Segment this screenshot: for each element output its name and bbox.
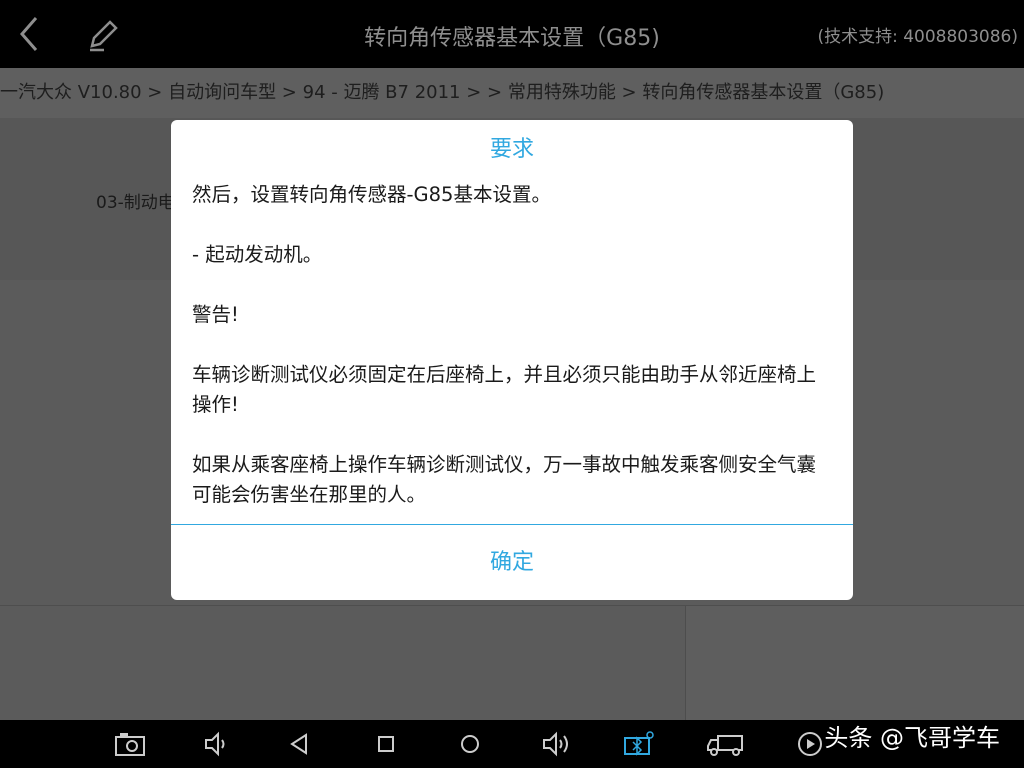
back-triangle-icon[interactable] bbox=[284, 730, 316, 758]
breadcrumb: 一汽大众 V10.80 > 自动询问车型 > 94 - 迈腾 B7 2011 >… bbox=[0, 68, 1024, 118]
confirm-button[interactable]: 确定 bbox=[171, 525, 853, 600]
top-bar: 转向角传感器基本设置（G85) (技术支持: 4008803086) bbox=[0, 0, 1024, 68]
dialog-title: 要求 bbox=[489, 137, 534, 162]
volume-down-icon[interactable] bbox=[200, 730, 232, 758]
volume-up-icon[interactable] bbox=[540, 730, 572, 758]
dialog-paragraph: - 起动发动机。 bbox=[192, 243, 323, 266]
dialog-paragraph: 警告! bbox=[192, 303, 239, 326]
watermark: 头条 @飞哥学车 bbox=[824, 724, 1000, 752]
dialog-paragraph: 车辆诊断测试仪必须固定在后座椅上，并且必须只能由助手从邻近座椅上操作! bbox=[192, 363, 817, 416]
background-row-label: 03-制动电 bbox=[96, 193, 175, 213]
background-cell bbox=[685, 606, 1024, 720]
home-circle-icon[interactable] bbox=[454, 730, 486, 758]
dialog-paragraph: 然后，设置转向角传感器-G85基本设置。 bbox=[192, 183, 551, 206]
play-icon[interactable] bbox=[794, 730, 826, 758]
bluetooth-device-icon[interactable] bbox=[622, 730, 654, 758]
dialog-body: 然后，设置转向角传感器-G85基本设置。 - 起动发动机。 警告! 车辆诊断测试… bbox=[192, 180, 833, 540]
dialog-paragraph: 如果从乘客座椅上操作车辆诊断测试仪，万一事故中触发乘客侧安全气囊可能会伤害坐在那… bbox=[192, 453, 817, 506]
breadcrumb-text: 一汽大众 V10.80 > 自动询问车型 > 94 - 迈腾 B7 2011 >… bbox=[0, 82, 885, 103]
truck-icon[interactable] bbox=[706, 730, 743, 758]
support-hotline: (技术支持: 4008803086) bbox=[817, 27, 1018, 47]
requirement-dialog: 要求 然后，设置转向角传感器-G85基本设置。 - 起动发动机。 警告! 车辆诊… bbox=[171, 120, 853, 600]
home-square-icon[interactable] bbox=[370, 730, 402, 758]
camera-icon[interactable] bbox=[114, 730, 146, 758]
